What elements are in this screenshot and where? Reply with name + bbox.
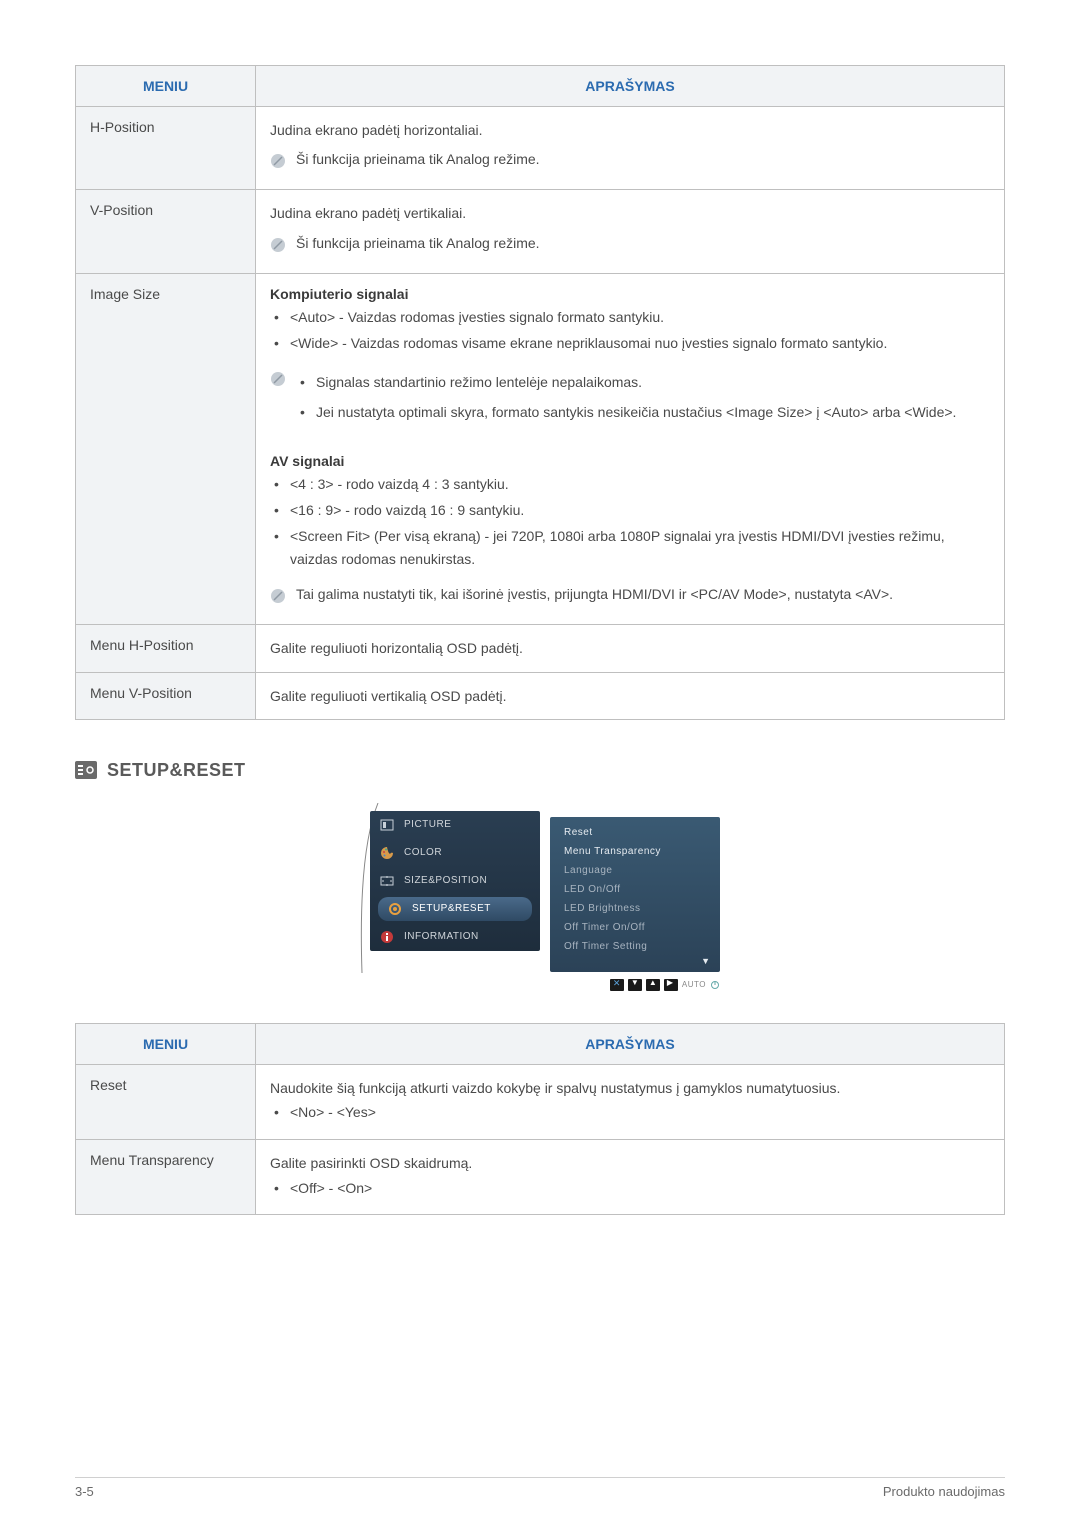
table-row: Menu Transparency Galite pasirinkti OSD … xyxy=(76,1140,1005,1215)
list-item: Jei nustatyta optimali skyra, formato sa… xyxy=(296,401,990,425)
osd-auto-label: AUTO xyxy=(682,980,706,989)
osd-item: LED On/Off xyxy=(550,880,720,899)
menu-label: H-Position xyxy=(76,107,256,190)
menu-label: Menu H-Position xyxy=(76,625,256,672)
list-item: <Screen Fit> (Per visą ekraną) - jei 720… xyxy=(270,525,990,573)
info-icon xyxy=(270,371,286,387)
osd-tab-information: INFORMATION xyxy=(370,923,540,951)
table-row: V-Position Judina ekrano padėtį vertikal… xyxy=(76,190,1005,273)
desc-text: Galite pasirinkti OSD skaidrumą. xyxy=(270,1152,990,1174)
bullet-list: <4 : 3> - rodo vaizdą 4 : 3 santykiu. <1… xyxy=(270,473,990,572)
bullet-list: <No> - <Yes> xyxy=(270,1101,990,1125)
list-item: <16 : 9> - rodo vaizdą 16 : 9 santykiu. xyxy=(270,499,990,523)
menu-label: Menu Transparency xyxy=(76,1140,256,1215)
desc-text: Naudokite šią funkciją atkurti vaizdo ko… xyxy=(270,1077,990,1099)
note-block: Signalas standartinio režimo lentelėje n… xyxy=(270,369,990,431)
info-icon xyxy=(270,237,286,253)
section-heading: SETUP&RESET xyxy=(75,760,1005,781)
table-size-position: MENIU APRAŠYMAS H-Position Judina ekrano… xyxy=(75,65,1005,720)
table-header-desc: APRAŠYMAS xyxy=(256,1023,1005,1064)
osd-label: SETUP&RESET xyxy=(412,903,491,914)
size-icon xyxy=(380,874,394,888)
osd-tab-color: COLOR xyxy=(370,839,540,867)
note-text: Ši funkcija prieinama tik Analog režime. xyxy=(296,151,990,167)
osd-tab-setupreset-selected: SETUP&RESET xyxy=(378,897,532,921)
list-item: <4 : 3> - rodo vaizdą 4 : 3 santykiu. xyxy=(270,473,990,497)
menu-label: V-Position xyxy=(76,190,256,273)
desc-text: Judina ekrano padėtį vertikaliai. xyxy=(270,202,990,224)
list-item: <Auto> - Vaizdas rodomas įvesties signal… xyxy=(270,306,990,330)
table-header-desc: APRAŠYMAS xyxy=(256,66,1005,107)
table-row: Menu H-Position Galite reguliuoti horizo… xyxy=(76,625,1005,672)
list-item: <No> - <Yes> xyxy=(270,1101,990,1125)
table-row: H-Position Judina ekrano padėtį horizont… xyxy=(76,107,1005,190)
note-block: Ši funkcija prieinama tik Analog režime. xyxy=(270,235,990,253)
up-button-icon: ▲ xyxy=(646,979,660,991)
page-number: 3-5 xyxy=(75,1484,94,1499)
info-icon xyxy=(270,153,286,169)
osd-item: Off Timer Setting xyxy=(550,937,720,956)
osd-item: Reset xyxy=(550,823,720,842)
osd-tab-picture: PICTURE xyxy=(370,811,540,839)
close-button-icon: ✕ xyxy=(610,979,624,991)
menu-label: Reset xyxy=(76,1064,256,1139)
osd-label: PICTURE xyxy=(404,819,451,830)
arrow-down-icon: ▼ xyxy=(550,956,720,966)
table-header-menu: MENIU xyxy=(76,1023,256,1064)
list-item: <Off> - <On> xyxy=(270,1177,990,1201)
info-icon xyxy=(380,930,394,944)
osd-bottom-buttons: ✕ ▼ ▲ ▶ AUTO xyxy=(610,979,720,991)
note-text: Tai galima nustatyti tik, kai išorinė įv… xyxy=(296,586,990,602)
menu-label: Menu V-Position xyxy=(76,672,256,719)
desc-cell: Naudokite šią funkciją atkurti vaizdo ko… xyxy=(256,1064,1005,1139)
table-setup-reset: MENIU APRAŠYMAS Reset Naudokite šią funk… xyxy=(75,1023,1005,1215)
osd-left-panel: PICTURE COLOR SIZE&POSITION SETUP&RESET … xyxy=(370,811,540,951)
section-title: SETUP&RESET xyxy=(107,760,246,781)
osd-label: COLOR xyxy=(404,847,442,858)
osd-tab-sizeposition: SIZE&POSITION xyxy=(370,867,540,895)
table-row: Reset Naudokite šią funkciją atkurti vai… xyxy=(76,1064,1005,1139)
note-block: Tai galima nustatyti tik, kai išorinė įv… xyxy=(270,586,990,604)
desc-text: Judina ekrano padėtį horizontaliai. xyxy=(270,119,990,141)
note-block: Ši funkcija prieinama tik Analog režime. xyxy=(270,151,990,169)
desc-cell: Judina ekrano padėtį horizontaliai. Ši f… xyxy=(256,107,1005,190)
footer-title: Produkto naudojimas xyxy=(883,1484,1005,1499)
info-icon xyxy=(270,588,286,604)
palette-icon xyxy=(380,846,394,860)
settings-icon xyxy=(75,761,97,779)
table-row: Menu V-Position Galite reguliuoti vertik… xyxy=(76,672,1005,719)
gear-icon xyxy=(388,902,402,916)
osd-label: INFORMATION xyxy=(404,931,479,942)
list-item: Signalas standartinio režimo lentelėje n… xyxy=(296,371,990,395)
table-row: Image Size Kompiuterio signalai <Auto> -… xyxy=(76,273,1005,624)
subheading: AV signalai xyxy=(270,453,990,469)
desc-cell: Judina ekrano padėtį vertikaliai. Ši fun… xyxy=(256,190,1005,273)
picture-icon xyxy=(380,818,394,832)
down-button-icon: ▼ xyxy=(628,979,642,991)
bullet-list: Signalas standartinio režimo lentelėje n… xyxy=(296,371,990,425)
desc-text: Galite reguliuoti horizontalią OSD padėt… xyxy=(256,625,1005,672)
enter-button-icon: ▶ xyxy=(664,979,678,991)
osd-label: SIZE&POSITION xyxy=(404,875,487,886)
note-text: Ši funkcija prieinama tik Analog režime. xyxy=(296,235,990,251)
osd-item: Menu Transparency xyxy=(550,842,720,861)
bullet-list: <Off> - <On> xyxy=(270,1177,990,1201)
table-header-menu: MENIU xyxy=(76,66,256,107)
power-icon xyxy=(710,980,720,990)
osd-item: Off Timer On/Off xyxy=(550,918,720,937)
osd-preview-image: PICTURE COLOR SIZE&POSITION SETUP&RESET … xyxy=(350,803,730,993)
subheading: Kompiuterio signalai xyxy=(270,286,990,302)
page-footer: 3-5 Produkto naudojimas xyxy=(75,1477,1005,1499)
osd-item: Language xyxy=(550,861,720,880)
osd-right-panel: Reset Menu Transparency Language LED On/… xyxy=(550,817,720,972)
desc-cell: Kompiuterio signalai <Auto> - Vaizdas ro… xyxy=(256,273,1005,624)
osd-item: LED Brightness xyxy=(550,899,720,918)
desc-text: Galite reguliuoti vertikalią OSD padėtį. xyxy=(256,672,1005,719)
list-item: <Wide> - Vaizdas rodomas visame ekrane n… xyxy=(270,332,990,356)
desc-cell: Galite pasirinkti OSD skaidrumą. <Off> -… xyxy=(256,1140,1005,1215)
menu-label: Image Size xyxy=(76,273,256,624)
bullet-list: <Auto> - Vaizdas rodomas įvesties signal… xyxy=(270,306,990,356)
